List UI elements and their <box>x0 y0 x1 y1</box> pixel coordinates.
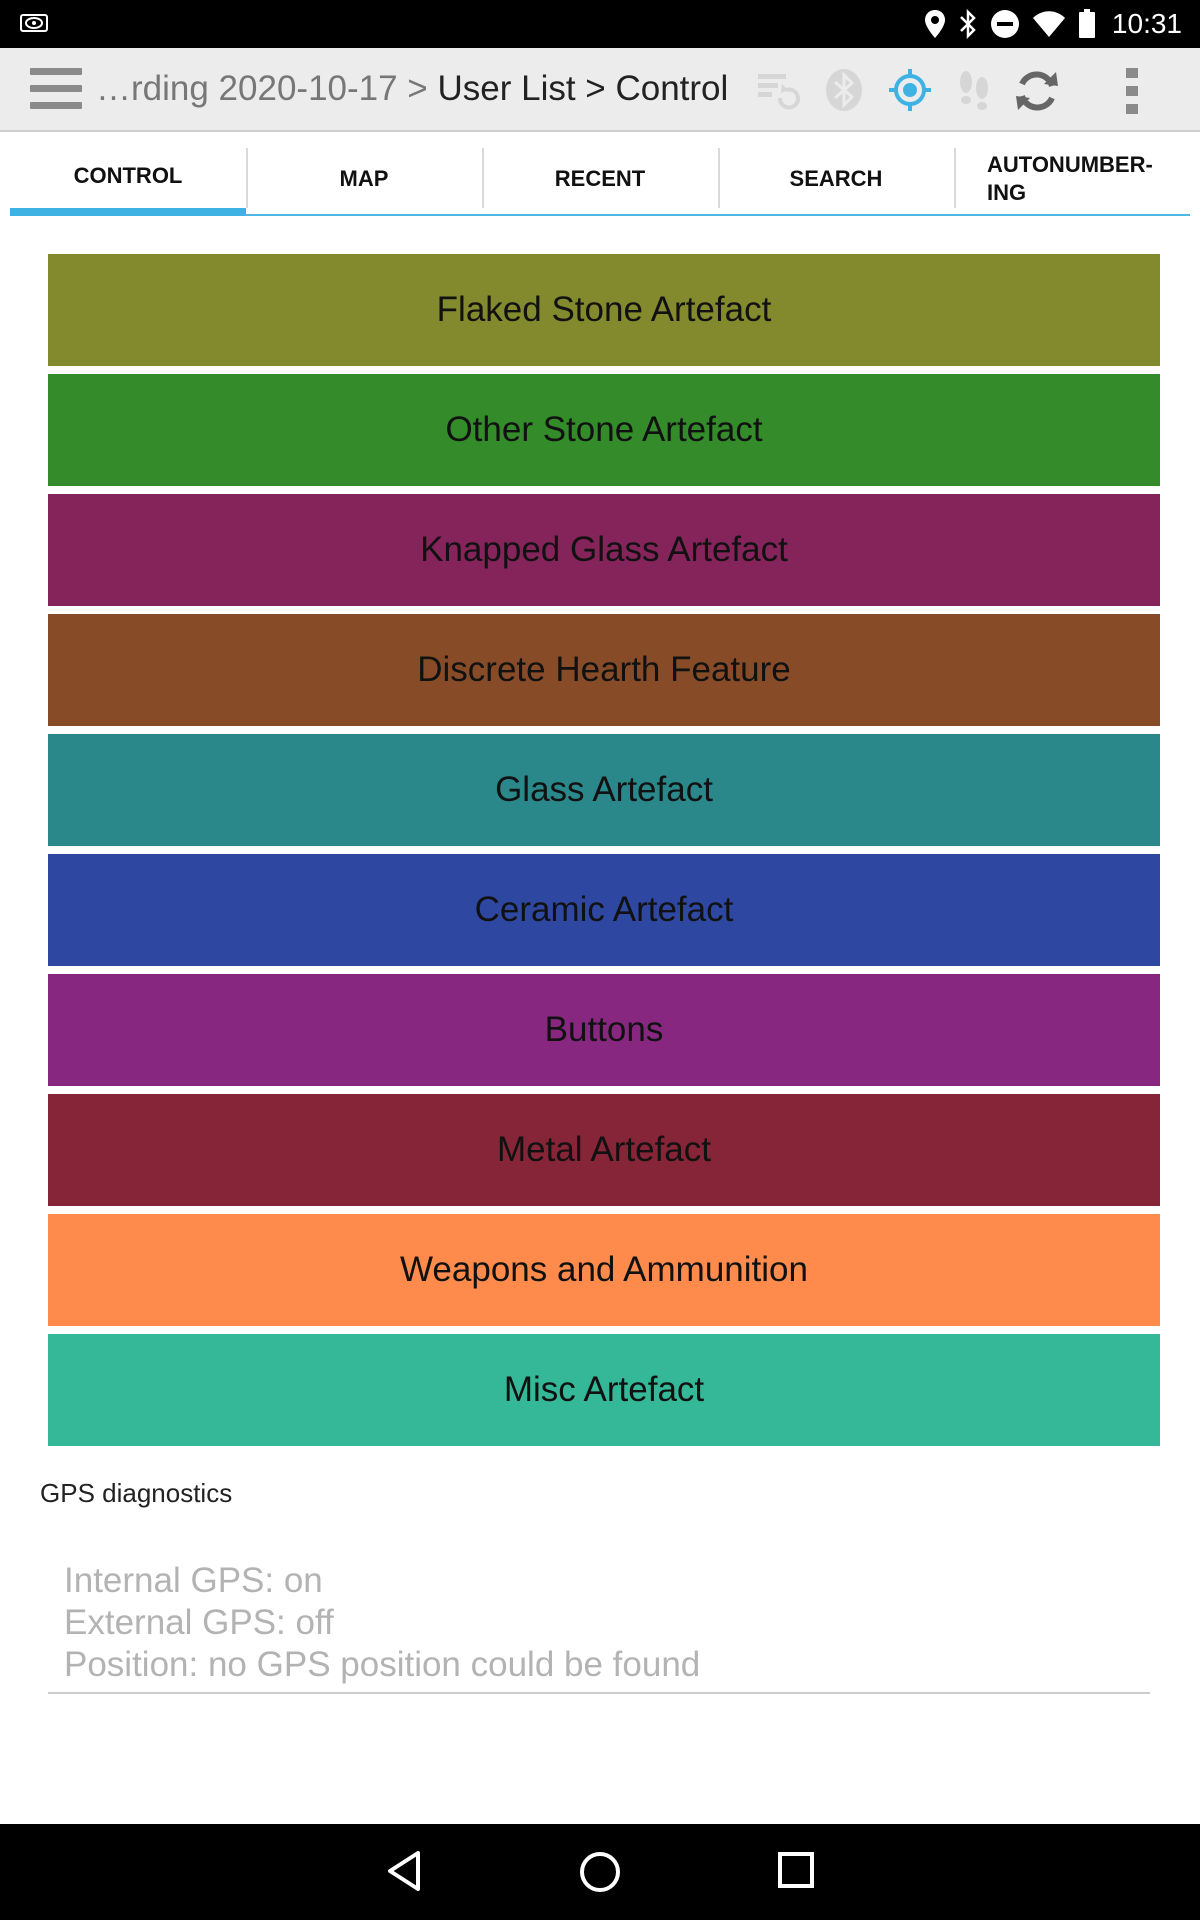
tab-map[interactable]: MAP <box>246 144 482 216</box>
recents-icon[interactable] <box>776 1850 816 1890</box>
breadcrumb-path[interactable]: …rding 2020-10-17 > <box>96 69 437 108</box>
bluetooth-icon <box>960 9 976 39</box>
category-button[interactable]: Glass Artefact <box>48 734 1160 846</box>
gps-internal-status: Internal GPS: on <box>64 1561 323 1600</box>
category-button[interactable]: Other Stone Artefact <box>48 374 1160 486</box>
tab-control[interactable]: CONTROL <box>10 144 246 216</box>
system-navigation-bar <box>0 1824 1200 1920</box>
category-button-list: Flaked Stone Artefact Other Stone Artefa… <box>48 254 1160 1454</box>
category-button[interactable]: Weapons and Ammunition <box>48 1214 1160 1326</box>
breadcrumb: …rding 2020-10-17 > User List > Control <box>96 48 728 130</box>
tab-recent[interactable]: RECENT <box>482 144 718 216</box>
category-button[interactable]: Knapped Glass Artefact <box>48 494 1160 606</box>
refresh-icon[interactable] <box>1014 68 1060 114</box>
wifi-icon <box>1032 11 1065 37</box>
back-icon[interactable] <box>384 1850 424 1892</box>
tab-search[interactable]: SEARCH <box>718 144 954 216</box>
menu-icon[interactable] <box>30 68 82 110</box>
category-button[interactable]: Flaked Stone Artefact <box>48 254 1160 366</box>
overflow-menu-icon[interactable] <box>1124 68 1140 118</box>
tab-autonumbering[interactable]: AUTONUMBER-ING <box>954 144 1190 216</box>
status-time: 10:31 <box>1111 8 1182 39</box>
category-button[interactable]: Ceramic Artefact <box>48 854 1160 966</box>
sync-status-icon[interactable] <box>756 68 800 110</box>
toolbar-icons <box>756 48 1200 130</box>
gps-diagnostics-field[interactable]: Internal GPS: on External GPS: off Posit… <box>48 1560 1150 1694</box>
category-button[interactable]: Misc Artefact <box>48 1334 1160 1446</box>
tab-label: RECENT <box>554 166 646 191</box>
category-button[interactable]: Discrete Hearth Feature <box>48 614 1160 726</box>
gps-icon[interactable] <box>888 68 932 112</box>
battery-icon <box>1078 9 1095 38</box>
home-icon[interactable] <box>578 1850 622 1894</box>
action-bar: …rding 2020-10-17 > User List > Control <box>0 48 1200 132</box>
bluetooth-icon[interactable] <box>824 68 864 112</box>
tab-label: SEARCH <box>789 166 883 191</box>
tab-label: AUTONUMBER-ING <box>987 152 1153 205</box>
gps-external-status: External GPS: off <box>64 1603 334 1642</box>
gps-diagnostics-label: GPS diagnostics <box>40 1478 233 1508</box>
tab-bar: CONTROL MAP RECENT SEARCH AUTONUMBER-ING <box>10 144 1190 216</box>
do-not-disturb-icon <box>990 10 1019 38</box>
location-icon <box>924 10 945 38</box>
gps-position-status: Position: no GPS position could be found <box>64 1645 701 1684</box>
category-button[interactable]: Buttons <box>48 974 1160 1086</box>
category-button[interactable]: Metal Artefact <box>48 1094 1160 1206</box>
tab-label: CONTROL <box>73 163 183 188</box>
nvidia-icon <box>20 14 48 32</box>
track-steps-icon[interactable] <box>954 68 994 112</box>
breadcrumb-current: User List > Control <box>437 69 729 108</box>
tab-label: MAP <box>339 166 389 191</box>
status-bar: 10:31 <box>0 0 1200 48</box>
